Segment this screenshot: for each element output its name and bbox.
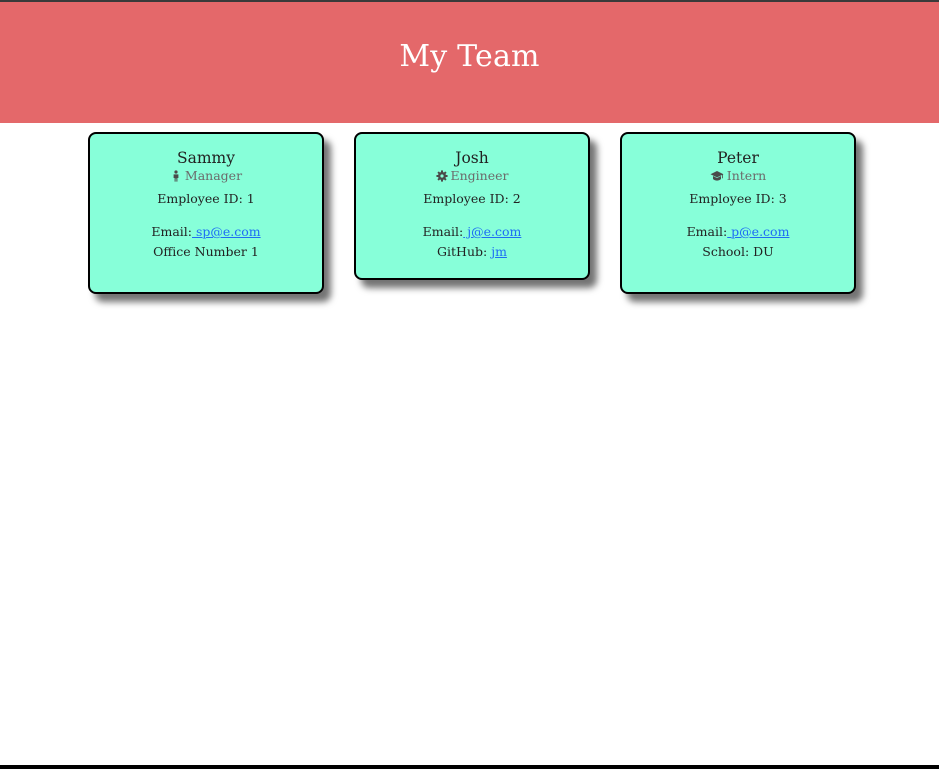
employee-email: Email: sp@e.com <box>90 224 322 240</box>
email-link[interactable]: j@e.com <box>463 224 521 239</box>
employee-role: Intern <box>622 168 854 184</box>
email-link[interactable]: p@e.com <box>727 224 789 239</box>
page-title: My Team <box>399 39 540 74</box>
gear-icon <box>435 170 448 182</box>
employee-role-label: Engineer <box>450 168 509 183</box>
email-link[interactable]: sp@e.com <box>192 224 261 239</box>
employee-role: Engineer <box>356 168 588 184</box>
employee-email: Email: p@e.com <box>622 224 854 240</box>
email-label: Email: <box>422 224 464 239</box>
employee-email: Email: j@e.com <box>356 224 588 240</box>
person-icon <box>170 170 182 182</box>
employee-id: Employee ID: 3 <box>689 191 787 206</box>
office-number: Office Number 1 <box>153 244 259 259</box>
graduation-cap-icon <box>710 170 724 182</box>
employee-name: Peter <box>717 149 759 167</box>
employee-role: Manager <box>90 168 322 184</box>
github: GitHub: jm <box>356 244 588 260</box>
page-header: My Team <box>0 2 939 123</box>
employee-card-engineer: Josh Engineer Employee ID: 2 Email: j@e.… <box>354 132 590 280</box>
bottom-border <box>0 765 939 769</box>
employee-name: Josh <box>455 149 489 167</box>
employee-id: Employee ID: 1 <box>157 191 255 206</box>
employee-role-label: Manager <box>184 168 243 183</box>
employee-role-label: Intern <box>726 168 767 183</box>
school: School: DU <box>702 244 774 259</box>
employee-id: Employee ID: 2 <box>423 191 521 206</box>
employee-name: Sammy <box>176 149 235 167</box>
github-label: GitHub: <box>437 244 488 259</box>
email-label: Email: <box>151 224 192 239</box>
github-link[interactable]: jm <box>491 244 507 259</box>
employee-card-manager: Sammy Manager Employee ID: 1 Email: sp@e… <box>88 132 324 294</box>
employee-card-intern: Peter Intern Employee ID: 3 Email: p@e.c… <box>620 132 856 294</box>
email-label: Email: <box>686 224 728 239</box>
